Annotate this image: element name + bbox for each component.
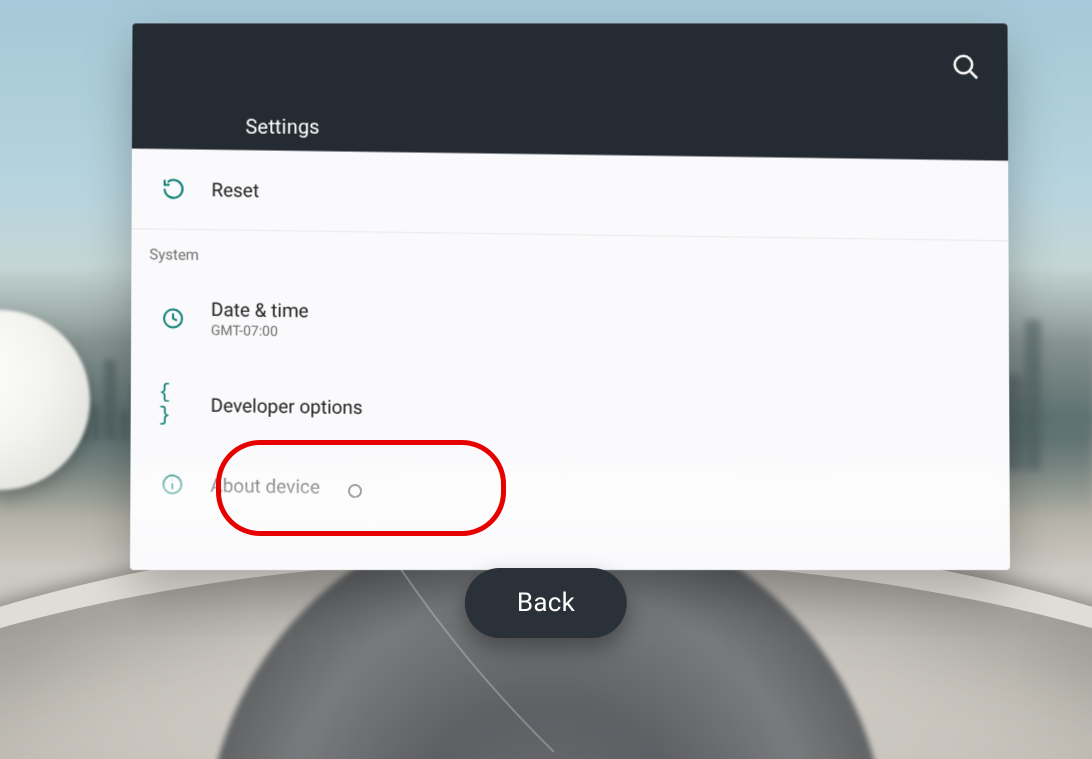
search-button[interactable] [942,45,990,93]
restore-icon [160,175,188,203]
clock-icon [159,304,187,332]
row-developer-options[interactable]: { } Developer options [131,364,1010,456]
back-button-label: Back [517,588,575,618]
row-about-device[interactable]: About device [130,444,1010,536]
row-about-device-label: About device [210,473,320,498]
row-reset-label: Reset [211,178,259,202]
app-bar: Settings [132,23,1008,148]
row-developer-options-label: Developer options [211,393,363,418]
back-button[interactable]: Back [465,568,627,638]
row-date-time-label: Date & time [211,298,309,322]
settings-list: Reset System Date & time GMT-07:00 { } D… [130,149,1010,570]
info-icon [158,470,186,498]
braces-icon: { } [159,390,187,418]
search-icon [951,52,981,86]
settings-panel: Settings Reset System Date & time [130,22,1010,570]
row-date-time-sub: GMT-07:00 [211,323,309,340]
row-date-time[interactable]: Date & time GMT-07:00 [131,271,1009,376]
row-reset[interactable]: Reset [132,149,1009,241]
page-title: Settings [245,115,319,139]
